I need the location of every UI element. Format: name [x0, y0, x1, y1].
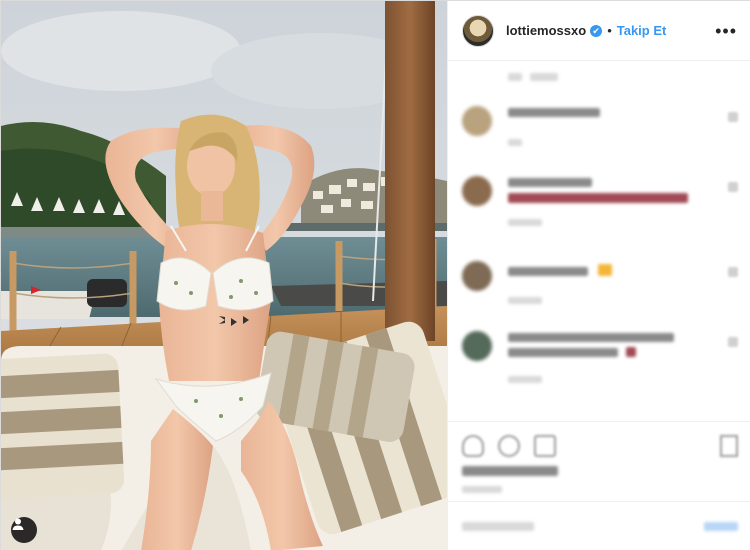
post-photo[interactable]: [1, 1, 447, 550]
avatar[interactable]: [462, 14, 494, 47]
list-item: [462, 331, 738, 391]
caption-meta: [462, 73, 738, 87]
heart-icon[interactable]: [728, 182, 738, 192]
avatar[interactable]: [462, 176, 492, 206]
comment-input[interactable]: [462, 522, 534, 531]
post-side-panel: lottiemossxo ✔ • Takip Et •••: [447, 1, 750, 550]
post-dialog: lottiemossxo ✔ • Takip Et •••: [0, 0, 750, 550]
avatar[interactable]: [462, 331, 492, 361]
post-timestamp: [462, 486, 502, 493]
share-icon[interactable]: [534, 435, 556, 457]
comment-composer[interactable]: [448, 501, 750, 550]
username-link[interactable]: lottiemossxo: [506, 23, 586, 38]
post-comment-button[interactable]: [704, 522, 738, 531]
heart-icon[interactable]: [462, 435, 484, 457]
avatar[interactable]: [462, 261, 492, 291]
list-item: [462, 176, 738, 236]
verified-badge-icon: ✔: [590, 24, 603, 37]
likes-count[interactable]: [462, 466, 558, 476]
post-header: lottiemossxo ✔ • Takip Et •••: [448, 1, 750, 61]
follow-button[interactable]: Takip Et: [617, 23, 667, 38]
avatar[interactable]: [462, 106, 492, 136]
heart-icon[interactable]: [728, 267, 738, 277]
user-tag-icon[interactable]: [11, 517, 37, 543]
separator-dot: •: [607, 23, 612, 38]
comment-icon[interactable]: [498, 435, 520, 457]
list-item: [462, 106, 738, 152]
photo-scene: [1, 1, 447, 550]
heart-icon[interactable]: [728, 112, 738, 122]
bookmark-icon[interactable]: [720, 435, 738, 457]
heart-icon[interactable]: [728, 337, 738, 347]
post-actions: [448, 421, 750, 501]
more-options-icon[interactable]: •••: [715, 22, 737, 40]
comments-list: [448, 61, 750, 421]
list-item: [462, 261, 738, 307]
